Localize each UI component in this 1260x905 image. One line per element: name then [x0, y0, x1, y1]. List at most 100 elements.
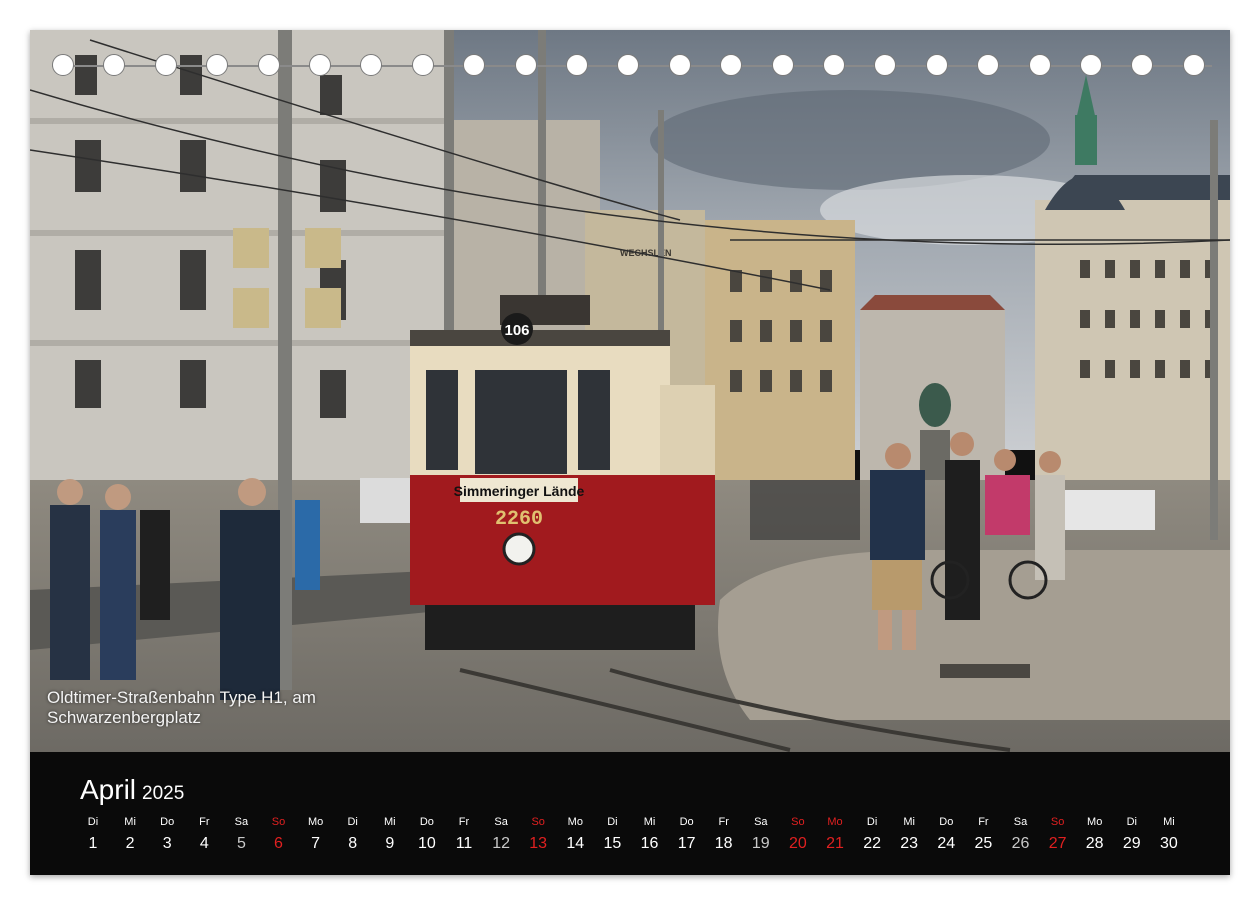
- day-number: 15: [603, 835, 622, 852]
- weekday-label: Di: [347, 816, 358, 828]
- tram-destination: Simmeringer Lände: [454, 483, 585, 499]
- calendar-day: Mo 14: [557, 814, 593, 853]
- day-number: 4: [199, 835, 209, 852]
- day-number: 17: [677, 835, 696, 852]
- year: 2025: [142, 783, 185, 804]
- binding-hole: [720, 54, 743, 76]
- day-number: 22: [863, 835, 881, 852]
- caption-line-2: Schwarzenbergplatz: [47, 708, 202, 727]
- calendar-day: Mo 21: [817, 814, 853, 853]
- weekday-label: Mi: [1163, 816, 1175, 828]
- weekday-label: Mo: [307, 816, 324, 828]
- weekday-label: Sa: [494, 816, 508, 828]
- weekday-label: Di: [607, 816, 618, 828]
- binding-hole: [1080, 54, 1102, 76]
- calendar-day: So 20: [780, 814, 816, 853]
- calendar-day: So 13: [520, 814, 556, 853]
- historic-tram: Simmeringer Lände 2260 106: [410, 295, 715, 650]
- binding-hole: [925, 54, 948, 76]
- calendar-day: Di 22: [854, 814, 890, 853]
- weekday-label: Do: [419, 816, 434, 828]
- photographer: [870, 470, 925, 560]
- day-number: 2: [125, 835, 135, 852]
- binding-hole: [566, 54, 588, 76]
- tram-front-window: [475, 370, 567, 474]
- calendar-day: Mo 28: [1077, 814, 1113, 853]
- binding-hole: [360, 54, 383, 76]
- weekday-label: Fr: [718, 816, 729, 828]
- tram-photo-illustration: WECHSLEN Simmeringer Lände 2260 106: [30, 30, 1230, 752]
- tram-fleet-number: 2260: [495, 508, 543, 531]
- calendar-day: Fr 18: [706, 814, 742, 853]
- calendar-day: Fr 11: [446, 814, 482, 853]
- binding-hole: [771, 54, 794, 76]
- weekday-label: Mi: [124, 816, 136, 828]
- day-number: 28: [1085, 835, 1104, 852]
- weekday-label: Do: [160, 816, 175, 828]
- calendar-strip: April 2025 Di 1 Mi 2 Do 3 Fr 4 Sa 5 So 6 Mo 7 Di 8 Mi 9 Do 1…: [30, 752, 1230, 875]
- day-number: 10: [417, 835, 436, 852]
- weekday-label: Di: [1126, 816, 1137, 828]
- binding-hole: [411, 54, 434, 76]
- day-number: 29: [1122, 835, 1141, 852]
- calendar-day: Do 3: [149, 814, 185, 853]
- weekday-label: Di: [866, 816, 878, 828]
- binding-hole: [514, 54, 537, 76]
- yellow-building: [705, 220, 855, 480]
- weekday-label: Do: [939, 816, 954, 828]
- day-number: 16: [640, 835, 659, 852]
- calendar-day: Sa 19: [743, 814, 779, 853]
- calendar-day: Mi 9: [372, 814, 408, 853]
- weekday-label: Mi: [643, 816, 656, 828]
- day-number: 23: [900, 835, 919, 852]
- weekday-label: So: [271, 816, 286, 828]
- day-row: Di 1 Mi 2 Do 3 Fr 4 Sa 5 So 6 Mo 7 Di 8 Mi 9 Do 10 Fr 11 Sa 12 S…: [75, 814, 1195, 864]
- day-number: 12: [492, 835, 510, 852]
- day-number: 24: [937, 835, 956, 852]
- day-number: 20: [788, 835, 807, 852]
- weekday-label: Mo: [827, 816, 843, 828]
- calendar-day: Do 10: [409, 814, 445, 853]
- day-number: 27: [1048, 835, 1067, 852]
- calendar-day: Di 8: [335, 814, 371, 853]
- calendar-day: Di 15: [594, 814, 630, 853]
- calendar-day: Sa 26: [1003, 814, 1039, 853]
- day-number: 25: [974, 835, 993, 852]
- weekday-label: Sa: [234, 816, 249, 828]
- weekday-label: Mi: [383, 816, 396, 828]
- binding-hole: [309, 54, 331, 76]
- binding-hole: [823, 54, 845, 76]
- calendar-day: Mi 30: [1151, 814, 1187, 853]
- caption-line-1: Oldtimer-Straßenbahn Type H1, am: [47, 688, 316, 707]
- calendar-day: So 27: [1040, 814, 1076, 853]
- calendar-day: So 6: [261, 814, 297, 853]
- binding-hole: [463, 54, 486, 76]
- day-number: 5: [236, 835, 246, 852]
- binding-hole: [668, 54, 691, 76]
- binding-hole: [617, 54, 640, 76]
- binding-hole: [1028, 54, 1051, 76]
- weekday-label: Fr: [458, 816, 470, 828]
- tram-pole: [278, 30, 292, 690]
- day-number: 26: [1011, 835, 1030, 852]
- weekday-label: Mo: [567, 816, 583, 828]
- day-number: 21: [826, 835, 844, 852]
- binding-hole: [154, 54, 177, 76]
- day-number: 9: [385, 835, 395, 852]
- calendar-day: Sa 5: [223, 814, 259, 853]
- photo-caption: Oldtimer-Straßenbahn Type H1, am Schwarz…: [47, 688, 316, 728]
- day-number: 13: [529, 835, 548, 852]
- day-number: 18: [714, 835, 733, 852]
- day-number: 8: [348, 835, 358, 852]
- weekday-label: Mi: [903, 816, 915, 828]
- day-number: 30: [1159, 835, 1178, 852]
- calendar-day: Mi 2: [112, 814, 148, 853]
- weekday-label: Di: [87, 816, 99, 828]
- binding-hole: [874, 54, 897, 76]
- calendar-day: Fr 4: [186, 814, 222, 853]
- binding-hole: [977, 54, 1000, 76]
- weekday-label: So: [791, 816, 805, 828]
- weekday-label: Sa: [1013, 816, 1028, 828]
- day-number: 7: [311, 835, 321, 852]
- binding-hole: [206, 54, 229, 76]
